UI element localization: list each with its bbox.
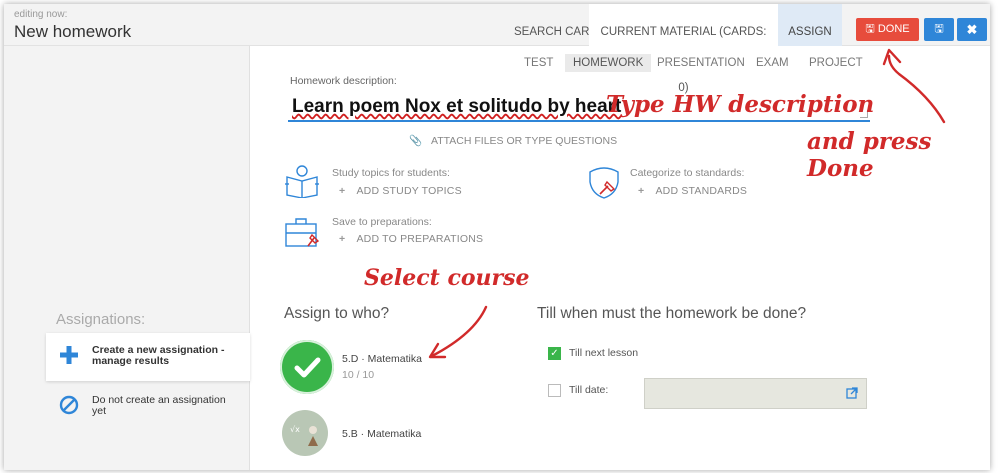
- deadline-title: Till when must the homework be done?: [537, 305, 807, 322]
- course-avatar: √x: [282, 410, 328, 456]
- option-create-label: Create a new assignation - manage result…: [92, 344, 225, 367]
- standards-label: Categorize to standards:: [630, 167, 745, 179]
- add-preparations-label: ADD TO PREPARATIONS: [356, 233, 484, 245]
- ban-icon: [59, 395, 79, 415]
- done-label: DONE: [877, 23, 910, 35]
- add-study-topics-link[interactable]: + ADD STUDY TOPICS: [339, 185, 462, 197]
- option-no-assignation-label: Do not create an assignation yet: [92, 394, 226, 417]
- annotation-press-done: and press Done: [807, 128, 932, 182]
- app-window: editing now: New homework SEARCH CARDS C…: [4, 4, 990, 470]
- top-bar: editing now: New homework SEARCH CARDS C…: [4, 4, 990, 94]
- save-icon: 🖫: [865, 23, 875, 35]
- study-topics-label: Study topics for students:: [332, 167, 450, 179]
- shield-pin-icon: [589, 167, 619, 199]
- arrow-to-done: [887, 54, 946, 124]
- attach-files-link[interactable]: 📎 ATTACH FILES OR TYPE QUESTIONS: [409, 134, 617, 147]
- preparations-label: Save to preparations:: [332, 216, 432, 228]
- paperclip-icon: 📎: [409, 135, 423, 147]
- svg-text:√x: √x: [290, 425, 300, 434]
- assignations-heading: Assignations:: [56, 311, 146, 328]
- add-preparations-link[interactable]: + ADD TO PREPARATIONS: [339, 233, 483, 245]
- sidebar: Assignations: Create a new assignation -…: [4, 46, 250, 470]
- attach-label: ATTACH FILES OR TYPE QUESTIONS: [431, 135, 618, 147]
- course-name: 5.D · Matematika: [342, 353, 422, 365]
- plus-icon: +: [638, 185, 645, 197]
- homework-description-label: Homework description:: [290, 75, 397, 87]
- till-date-checkbox[interactable]: [548, 384, 561, 397]
- plus-icon: +: [339, 185, 346, 197]
- chalkboard-icon: √x: [290, 425, 318, 446]
- course-selected-avatar: [280, 340, 334, 394]
- page-title: New homework: [14, 22, 132, 41]
- type-tab-homework[interactable]: HOMEWORK: [565, 54, 652, 72]
- till-next-lesson-checkbox[interactable]: ✓: [548, 347, 561, 360]
- tab-current-material[interactable]: CURRENT MATERIAL (CARDS: 0): [589, 4, 778, 94]
- editing-label: editing now:: [14, 9, 68, 20]
- add-standards-link[interactable]: + ADD STANDARDS: [638, 185, 747, 197]
- close-button[interactable]: ✖: [957, 18, 987, 41]
- save-button[interactable]: 🖫: [924, 18, 954, 41]
- type-tab-exam[interactable]: EXAM: [748, 54, 797, 72]
- till-next-lesson-label: Till next lesson: [569, 347, 639, 359]
- annotation-select-course: Select course: [364, 265, 530, 291]
- tab-assign[interactable]: ASSIGN: [778, 4, 842, 46]
- course-name: 5.B · Matematika: [342, 428, 422, 440]
- briefcase-pin-icon: [285, 218, 320, 247]
- book-reader-icon: [285, 165, 319, 198]
- assign-to-title: Assign to who?: [284, 305, 390, 322]
- external-link-icon[interactable]: [846, 387, 858, 399]
- plus-icon: +: [339, 233, 346, 245]
- annotation-type-hw: Type HW description: [606, 91, 875, 118]
- course-5b[interactable]: √x 5.B · Matematika: [280, 408, 460, 458]
- course-count: 10 / 10: [342, 369, 375, 381]
- close-icon: ✖: [966, 22, 978, 37]
- course-5d[interactable]: 5.D · Matematika 10 / 10: [280, 340, 460, 398]
- homework-description-text: Learn poem Nox et solitudo by heart: [292, 96, 622, 117]
- checkmark-icon: [294, 357, 321, 378]
- option-create-assignation[interactable]: Create a new assignation - manage result…: [46, 333, 250, 381]
- type-tab-project[interactable]: PROJECT: [801, 54, 871, 72]
- plus-icon: [60, 346, 78, 364]
- arrow-head-done: [882, 48, 902, 66]
- option-no-assignation[interactable]: Do not create an assignation yet: [46, 383, 250, 431]
- type-tab-test[interactable]: TEST: [516, 54, 561, 72]
- checkmark-icon: ✓: [550, 348, 559, 359]
- save-icon: 🖫: [934, 23, 944, 35]
- type-tab-presentation[interactable]: PRESENTATION: [649, 54, 753, 72]
- add-study-topics-label: ADD STUDY TOPICS: [356, 185, 462, 197]
- add-standards-label: ADD STANDARDS: [655, 185, 748, 197]
- done-button[interactable]: 🖫 DONE: [856, 18, 919, 41]
- till-date-input[interactable]: [644, 378, 867, 409]
- till-date-label: Till date:: [569, 384, 609, 396]
